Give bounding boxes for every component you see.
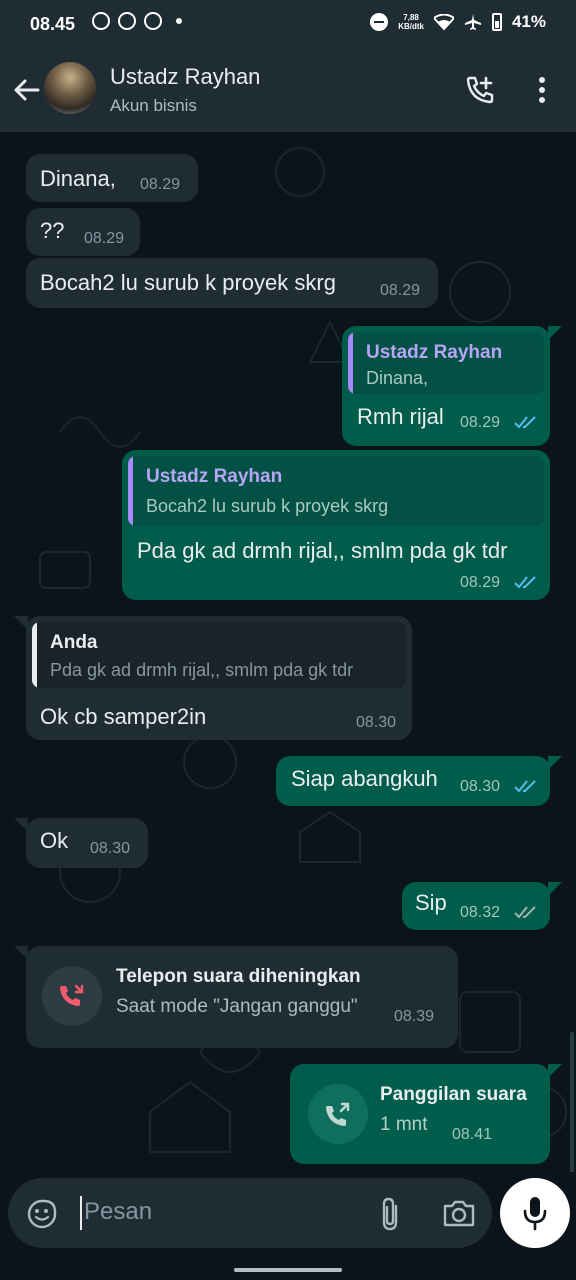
bubble-tail xyxy=(14,616,28,630)
message-incoming[interactable]: ?? 08.29 xyxy=(26,208,140,256)
quote-author: Anda xyxy=(50,632,98,653)
message-time: 08.30 xyxy=(460,778,501,795)
battery-icon xyxy=(491,13,502,31)
whatsapp-notification-icon xyxy=(92,12,110,30)
message-time: 08.29 xyxy=(140,176,181,193)
quote-bar xyxy=(348,332,353,394)
message-time: 08.39 xyxy=(394,1008,435,1025)
network-speed-value: 7,88 xyxy=(403,13,419,22)
message-text: Bocah2 lu surub k proyek skrg xyxy=(40,270,336,295)
message-incoming[interactable]: Dinana, 08.29 xyxy=(26,154,198,202)
message-text: ?? xyxy=(40,218,65,243)
more-options-icon[interactable] xyxy=(534,74,550,106)
quote-text: Pda gk ad drmh rijal,, smlm pda gk tdr xyxy=(50,660,354,680)
message-outgoing[interactable]: Siap abangkuh 08.30 xyxy=(276,756,550,806)
network-speed: 7,88 KB/dtk xyxy=(398,13,424,31)
voice-record-button[interactable] xyxy=(500,1178,570,1248)
message-time: 08.29 xyxy=(460,414,501,431)
missed-call-icon xyxy=(60,984,84,1006)
quote-author: Ustadz Rayhan xyxy=(366,342,503,363)
call-title: Panggilan suara xyxy=(380,1084,527,1105)
quote-text: Bocah2 lu surub k proyek skrg xyxy=(146,496,389,516)
quote-bar xyxy=(32,622,37,688)
battery-percent: 41% xyxy=(511,12,546,31)
status-bar: 08.45 7,88 KB/dtk 41% xyxy=(0,0,576,50)
message-outgoing[interactable]: Ustadz Rayhan Dinana, Rmh rijal 08.29 xyxy=(342,326,550,446)
chat-header: Ustadz Rayhan Akun bisnis xyxy=(0,50,576,132)
back-arrow-icon[interactable] xyxy=(12,76,40,104)
quote-author: Ustadz Rayhan xyxy=(146,466,283,487)
message-text: Siap abangkuh xyxy=(291,766,438,791)
delivered-receipt-icon xyxy=(514,906,536,919)
message-text: Ok cb samper2in xyxy=(40,704,207,729)
call-subtitle: Saat mode "Jangan ganggu" xyxy=(116,996,358,1017)
wifi-icon xyxy=(433,14,454,30)
call-duration: 1 mnt xyxy=(380,1114,428,1135)
message-time: 08.29 xyxy=(84,230,125,247)
network-speed-unit: KB/dtk xyxy=(398,22,424,31)
message-incoming[interactable]: Ok 08.30 xyxy=(26,818,148,868)
quote-text: Dinana, xyxy=(366,368,429,388)
text-caret xyxy=(80,1196,82,1230)
message-time: 08.30 xyxy=(90,840,131,857)
microphone-icon xyxy=(523,1197,547,1231)
message-incoming[interactable]: Anda Pda gk ad drmh rijal,, smlm pda gk … xyxy=(26,616,412,740)
voice-call-icon-circle xyxy=(308,1084,368,1144)
read-receipt-icon xyxy=(514,576,536,589)
airplane-mode-icon xyxy=(464,14,481,30)
quoted-message[interactable]: Anda Pda gk ad drmh rijal,, smlm pda gk … xyxy=(32,622,406,688)
sticker-emoji-icon[interactable] xyxy=(26,1198,58,1230)
quote-bar xyxy=(128,456,133,526)
voice-call-message[interactable]: Panggilan suara 1 mnt 08.41 xyxy=(290,1064,550,1164)
do-not-disturb-icon xyxy=(370,13,389,31)
message-text: Rmh rijal xyxy=(357,404,444,429)
message-time: 08.32 xyxy=(460,904,501,921)
camera-icon[interactable] xyxy=(442,1198,476,1228)
quoted-message[interactable]: Ustadz Rayhan Bocah2 lu surub k proyek s… xyxy=(128,456,544,526)
bubble-tail xyxy=(548,1064,562,1078)
app-notification-icon xyxy=(118,12,136,30)
bubble-tail xyxy=(14,946,28,960)
more-notifications-dot xyxy=(176,18,182,24)
message-time: 08.30 xyxy=(356,714,397,731)
message-input[interactable]: Pesan xyxy=(84,1198,152,1226)
bubble-tail xyxy=(14,818,28,832)
message-text: Ok xyxy=(40,828,69,853)
chat-area[interactable]: Dinana, 08.29 ?? 08.29 Bocah2 lu surub k… xyxy=(0,132,576,1172)
missed-call-message[interactable]: Telepon suara diheningkan Saat mode "Jan… xyxy=(26,946,458,1048)
call-title: Telepon suara diheningkan xyxy=(116,966,361,987)
message-time: 08.29 xyxy=(380,282,421,299)
status-time: 08.45 xyxy=(30,14,76,34)
quoted-message[interactable]: Ustadz Rayhan Dinana, xyxy=(348,332,544,394)
bubble-tail xyxy=(548,882,562,896)
contact-subtitle[interactable]: Akun bisnis xyxy=(110,96,197,116)
bubble-tail xyxy=(548,756,562,770)
notification-icons xyxy=(92,12,182,30)
scrollbar[interactable] xyxy=(570,1032,574,1172)
message-time: 08.41 xyxy=(452,1126,493,1143)
bubble-tail xyxy=(548,326,562,340)
message-incoming[interactable]: Bocah2 lu surub k proyek skrg 08.29 xyxy=(26,258,438,308)
read-receipt-icon xyxy=(514,780,536,793)
contact-name[interactable]: Ustadz Rayhan xyxy=(110,64,260,90)
message-time: 08.29 xyxy=(460,574,501,591)
add-call-icon[interactable] xyxy=(464,74,496,106)
message-text: Dinana, xyxy=(40,166,116,191)
home-indicator[interactable] xyxy=(234,1268,342,1272)
attach-icon[interactable] xyxy=(376,1196,404,1232)
missed-call-icon-circle xyxy=(42,966,102,1026)
read-receipt-icon xyxy=(514,416,536,429)
outgoing-call-icon xyxy=(326,1102,350,1126)
contact-avatar[interactable] xyxy=(44,62,96,114)
message-text: Sip xyxy=(415,890,447,915)
status-right: 7,88 KB/dtk 41% xyxy=(370,12,546,32)
message-outgoing[interactable]: Sip 08.32 xyxy=(402,882,550,930)
message-text: Pda gk ad drmh rijal,, smlm pda gk tdr xyxy=(137,538,508,563)
message-outgoing[interactable]: Ustadz Rayhan Bocah2 lu surub k proyek s… xyxy=(122,450,550,600)
message-input-container[interactable]: Pesan xyxy=(8,1178,492,1248)
message-composer: Pesan xyxy=(0,1172,576,1280)
app-notification-icon-2 xyxy=(144,12,162,30)
